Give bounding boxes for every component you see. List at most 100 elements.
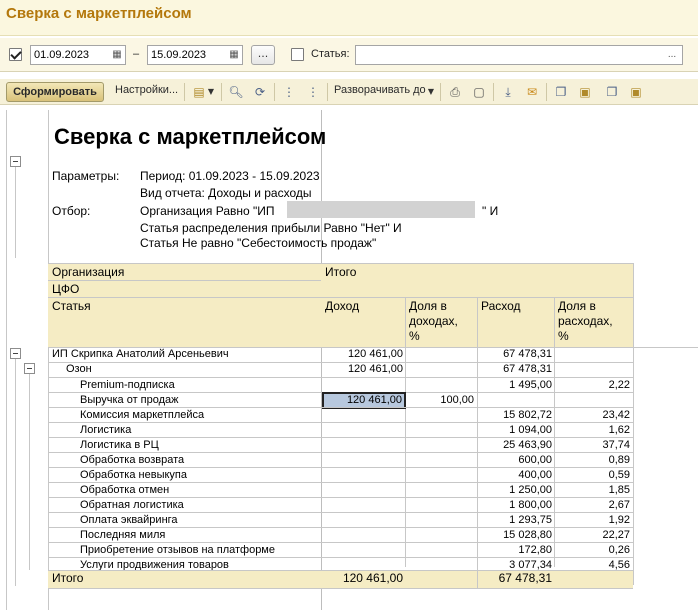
article-row-expense-share: 22,27 bbox=[602, 529, 630, 541]
copy-icon[interactable]: ❐ bbox=[552, 83, 570, 101]
article-row-expense-share: 1,62 bbox=[608, 424, 630, 436]
search-icon[interactable]: 🔍︎ bbox=[227, 83, 245, 101]
article-row-expense-share: 0,59 bbox=[608, 469, 630, 481]
report-kind-text: Вид отчета: Доходы и расходы bbox=[140, 186, 312, 200]
gutter-border bbox=[48, 110, 49, 610]
chevron-down-icon[interactable]: ▼ bbox=[426, 83, 436, 101]
article-row-name: Выручка от продаж bbox=[80, 394, 179, 406]
header-income-share: Доля в доходах, % bbox=[409, 299, 458, 343]
select-dots-icon[interactable]: ... bbox=[663, 48, 681, 62]
copy-report-icon[interactable]: ❐ bbox=[603, 83, 621, 101]
filter-line-1-prefix: Организация Равно "ИП bbox=[140, 204, 275, 218]
command-bar: Сформировать Настройки... ▤ ▼ 🔍︎ ⟳ ⋮ ⋮ Р… bbox=[0, 79, 698, 105]
cfo-row-expense: 67 478,31 bbox=[503, 363, 552, 375]
article-row-income[interactable]: 120 461,00 bbox=[324, 393, 402, 408]
row-border bbox=[48, 263, 633, 264]
mail-icon[interactable]: ✉ bbox=[523, 83, 541, 101]
collapse-group-toggle[interactable] bbox=[10, 348, 21, 359]
article-row-name: Оплата эквайринга bbox=[80, 514, 178, 526]
toolbar-separator bbox=[493, 83, 494, 101]
article-row-expense-share: 1,92 bbox=[608, 514, 630, 526]
gutter-border bbox=[6, 110, 7, 610]
article-row-expense: 15 802,72 bbox=[503, 409, 552, 421]
collapse-group-toggle[interactable] bbox=[10, 156, 21, 167]
group-line bbox=[29, 370, 30, 570]
calendar-icon[interactable]: ▦ bbox=[227, 48, 241, 62]
toolbar-separator bbox=[440, 83, 441, 101]
expand-to-button[interactable]: Разворачивать до bbox=[334, 84, 426, 96]
preview-icon[interactable]: ▢ bbox=[470, 83, 488, 101]
generate-button[interactable]: Сформировать bbox=[6, 82, 104, 102]
group-expand-icon[interactable]: ⋮ bbox=[304, 83, 322, 101]
save-icon[interactable]: ⤓ bbox=[499, 83, 517, 101]
article-row-name: Premium-подписка bbox=[80, 379, 175, 391]
article-row-expense: 1 250,00 bbox=[509, 484, 552, 496]
article-row-expense: 600,00 bbox=[518, 454, 552, 466]
chevron-down-icon[interactable]: ▼ bbox=[206, 83, 216, 101]
row-border bbox=[48, 280, 321, 281]
settings-button[interactable]: Настройки... bbox=[115, 84, 178, 96]
article-row-expense-share: 2,67 bbox=[608, 499, 630, 511]
article-row-expense-share: 2,22 bbox=[608, 379, 630, 391]
article-row-expense: 25 463,90 bbox=[503, 439, 552, 451]
article-row-name: Обработка возврата bbox=[80, 454, 185, 466]
print-icon[interactable]: ⎙ bbox=[446, 83, 464, 101]
period-select-button[interactable]: ... bbox=[251, 45, 275, 65]
article-field[interactable]: ... bbox=[355, 45, 683, 65]
article-row-expense-share: 23,42 bbox=[602, 409, 630, 421]
total-row-income: 120 461,00 bbox=[342, 571, 403, 585]
article-row-expense-share: 0,26 bbox=[608, 544, 630, 556]
org-row-expense: 67 478,31 bbox=[503, 348, 552, 360]
article-label: Статья: bbox=[311, 48, 350, 60]
group-line bbox=[15, 162, 16, 258]
column-border bbox=[633, 263, 634, 585]
header-article: Статья bbox=[52, 299, 91, 313]
article-row-expense: 172,80 bbox=[518, 544, 552, 556]
toolbar-separator bbox=[221, 83, 222, 101]
article-row-name: Логистика в РЦ bbox=[80, 439, 159, 451]
date-to-value: 15.09.2023 bbox=[151, 49, 207, 61]
window-title-bar: Сверка с маркетплейсом bbox=[0, 0, 698, 36]
article-row-expense-share: 37,74 bbox=[602, 439, 630, 451]
article-row-name: Обработка невыкупа bbox=[80, 469, 187, 481]
paste-icon[interactable]: ▣ bbox=[576, 83, 594, 101]
collapse-group-toggle[interactable] bbox=[24, 363, 35, 374]
article-row-expense-share: 0,89 bbox=[608, 454, 630, 466]
paste-report-icon[interactable]: ▣ bbox=[627, 83, 645, 101]
total-row-expense: 67 478,31 bbox=[498, 571, 552, 585]
filter-line-2: Статья распределения прибыли Равно "Нет"… bbox=[140, 221, 402, 235]
article-row-expense: 1 800,00 bbox=[509, 499, 552, 511]
article-row-expense-share: 1,85 bbox=[608, 484, 630, 496]
total-row-label: Итого bbox=[52, 571, 84, 585]
article-checkbox[interactable] bbox=[291, 48, 304, 61]
header-cfo: ЦФО bbox=[52, 282, 80, 296]
article-row-name: Приобретение отзывов на платформе bbox=[80, 544, 275, 556]
params-bar: 01.09.2023 ▦ – 15.09.2023 ▦ ... Статья: … bbox=[0, 38, 698, 72]
article-row-name: Комиссия маркетплейса bbox=[80, 409, 205, 421]
header-expense-share: Доля в расходах, % bbox=[558, 299, 613, 343]
header-expense: Расход bbox=[481, 299, 521, 313]
article-row-name: Логистика bbox=[80, 424, 132, 436]
org-row-name: ИП Скрипка Анатолий Арсеньевич bbox=[52, 348, 229, 360]
article-row-expense: 1 094,00 bbox=[509, 424, 552, 436]
report-sheet[interactable]: Сверка с маркетплейсом Параметры: Период… bbox=[6, 110, 698, 610]
date-to-field[interactable]: 15.09.2023 ▦ bbox=[147, 45, 243, 65]
refresh-icon[interactable]: ⟳ bbox=[251, 83, 269, 101]
date-separator: – bbox=[133, 48, 140, 60]
period-text: Период: 01.09.2023 - 15.09.2023 bbox=[140, 169, 320, 183]
article-row-name: Обработка отмен bbox=[80, 484, 170, 496]
toolbar-separator bbox=[546, 83, 547, 101]
grouping-gutter bbox=[6, 110, 48, 610]
params-label: Параметры: bbox=[52, 169, 120, 183]
cfo-row-name: Озон bbox=[66, 363, 92, 375]
group-collapse-icon[interactable]: ⋮ bbox=[280, 83, 298, 101]
article-row-name: Обратная логистика bbox=[80, 499, 184, 511]
date-from-field[interactable]: 01.09.2023 ▦ bbox=[30, 45, 126, 65]
calendar-icon[interactable]: ▦ bbox=[110, 48, 124, 62]
period-checkbox[interactable] bbox=[9, 48, 22, 61]
filter-line-1-suffix: " И bbox=[482, 204, 499, 218]
group-line bbox=[15, 356, 16, 586]
header-income: Доход bbox=[325, 299, 360, 313]
cfo-row-income: 120 461,00 bbox=[347, 363, 403, 375]
redacted-block bbox=[287, 201, 475, 218]
